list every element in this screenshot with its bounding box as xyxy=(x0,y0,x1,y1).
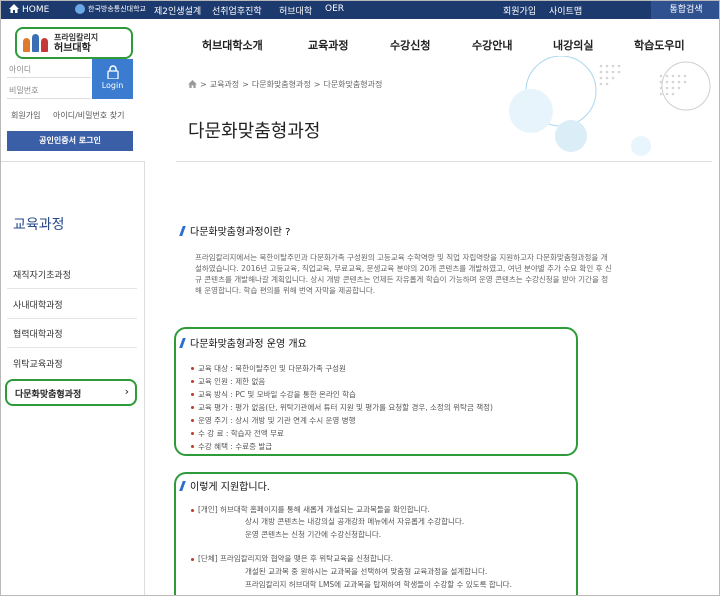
logo-small-text: 프라임칼리지 xyxy=(54,33,99,42)
knou-emblem-icon xyxy=(75,4,85,14)
home-link[interactable]: HOME xyxy=(9,4,49,16)
overview-item: 교육 평가 : 평가 없음(단, 위탁기관에서 튜터 지원 및 평가를 요청할 … xyxy=(191,402,493,413)
lock-icon xyxy=(106,65,119,80)
home-icon[interactable] xyxy=(188,79,197,90)
sidebar-item-corporate-univ[interactable]: 사내대학과정 xyxy=(13,298,63,311)
support-group-line: 개설된 교과목 중 원하시는 교과목을 선택하여 맞춤형 교육과정을 설계합니다… xyxy=(245,567,488,576)
heading-marker-icon xyxy=(179,337,186,348)
overview-item: 교육 인원 : 제한 없음 xyxy=(191,376,265,387)
breadcrumb-item[interactable]: 다문화맞춤형과정 xyxy=(252,79,311,90)
page-frame: HOME 한국방송통신대학교 제2인생설계 선취업후진학 허브대학 OER 회원… xyxy=(0,0,720,596)
sidebar-divider xyxy=(7,318,137,319)
nav-my-classroom[interactable]: 내강의실 xyxy=(553,37,593,53)
certificate-login-button[interactable]: 공인인증서 로그인 xyxy=(7,131,133,151)
breadcrumb-item[interactable]: 교육과정 xyxy=(210,79,239,90)
join-link[interactable]: 회원가입 xyxy=(11,110,40,121)
support-group-line: [단체] 프라임칼리지와 협약을 맺은 후 위탁교육을 신청합니다. xyxy=(191,553,393,564)
top-link-employ-first[interactable]: 선취업후진학 xyxy=(212,4,262,17)
heading-marker-icon xyxy=(179,225,186,236)
sidebar-item-employee-basic[interactable]: 재직자기초과정 xyxy=(13,268,71,281)
decorative-circles xyxy=(509,56,711,156)
overview-item: 교육 대상 : 북한이탈주민 및 다문화가족 구성원 xyxy=(191,363,346,374)
sidebar-item-partner-univ[interactable]: 협력대학과정 xyxy=(13,327,63,340)
nav-hub-intro[interactable]: 허브대학소개 xyxy=(202,37,263,53)
overview-item: 운영 주기 : 상시 개방 및 기관 연계 수시 운영 병행 xyxy=(191,415,355,426)
logo-big-text: 허브대학 xyxy=(54,43,91,54)
sidebar-divider xyxy=(7,347,137,348)
top-link-sitemap[interactable]: 사이트맵 xyxy=(549,4,582,17)
top-link-life-design[interactable]: 제2인생설계 xyxy=(154,4,201,17)
login-id-field[interactable]: 아이디 xyxy=(7,62,91,78)
people-logo-icon xyxy=(23,34,48,52)
chevron-right-icon: › xyxy=(124,385,129,398)
nav-course-guide[interactable]: 수강안내 xyxy=(472,37,512,53)
page-title: 다문화맞춤형과정 xyxy=(188,121,321,142)
support-group-line: 프라임칼리지 허브대학 LMS에 교과목을 탑재하여 학생들이 수강할 수 있도… xyxy=(245,580,512,589)
overview-item: 수 강 료 : 학습자 전액 무료 xyxy=(191,428,284,439)
login-password-field[interactable]: 비밀번호 xyxy=(7,83,91,99)
support-personal-line: [개인] 허브대학 홈페이지를 통해 새롭게 개설되는 교과목들을 확인합니다. xyxy=(191,504,430,515)
top-utility-bar: HOME 한국방송통신대학교 제2인생설계 선취업후진학 허브대학 OER 회원… xyxy=(1,1,719,19)
site-logo[interactable]: 프라임칼리지 허브대학 xyxy=(15,27,133,59)
overview-item: 교육 방식 : PC 및 모바일 수강을 통한 온라인 학습 xyxy=(191,389,356,400)
integrated-search-button[interactable]: 통합검색 xyxy=(651,1,719,19)
nav-enrollment[interactable]: 수강신청 xyxy=(390,37,430,53)
sidebar-title: 교육과정 xyxy=(13,217,65,233)
heading-marker-icon xyxy=(179,480,186,491)
overview-item: 수강 혜택 : 수료증 발급 xyxy=(191,441,272,452)
top-link-hub-univ[interactable]: 허브대학 xyxy=(279,4,312,17)
top-link-join[interactable]: 회원가입 xyxy=(503,4,536,17)
section-heading-support: 이렇게 지원합니다. xyxy=(179,478,270,493)
home-icon xyxy=(9,4,19,16)
sidebar-divider xyxy=(7,288,137,289)
nav-curriculum[interactable]: 교육과정 xyxy=(308,37,348,53)
breadcrumb: > 교육과정 > 다문화맞춤형과정 > 다문화맞춤형과정 xyxy=(188,79,382,90)
section-heading-overview: 다문화맞춤형과정 운영 개요 xyxy=(179,335,307,350)
knou-mini-logo[interactable]: 한국방송통신대학교 xyxy=(75,4,146,14)
support-personal-line: 상시 개방 콘텐츠는 내강의실 공개강좌 메뉴에서 자유롭게 수강합니다. xyxy=(245,517,465,526)
intro-paragraph: 프라임칼리지에서는 북한이탈주민과 다문화가족 구성원의 고등교육 수학역량 및… xyxy=(195,253,612,295)
sidebar-item-consigned[interactable]: 위탁교육과정 xyxy=(13,357,63,370)
support-personal-line: 운영 콘텐츠는 신청 기간에 수강신청합니다. xyxy=(245,530,382,539)
sidebar-item-multicultural[interactable]: 다문화맞춤형과정 › xyxy=(5,379,137,406)
breadcrumb-item[interactable]: 다문화맞춤형과정 xyxy=(323,79,382,90)
login-button[interactable]: Login xyxy=(92,59,133,99)
top-link-oer[interactable]: OER xyxy=(325,4,344,14)
section-heading-intro: 다문화맞춤형과정이란 ? xyxy=(179,223,291,238)
find-id-pw-link[interactable]: 아이디/비밀번호 찾기 xyxy=(53,110,124,121)
title-divider xyxy=(176,161,712,162)
nav-learning-help[interactable]: 학습도우미 xyxy=(634,37,685,53)
